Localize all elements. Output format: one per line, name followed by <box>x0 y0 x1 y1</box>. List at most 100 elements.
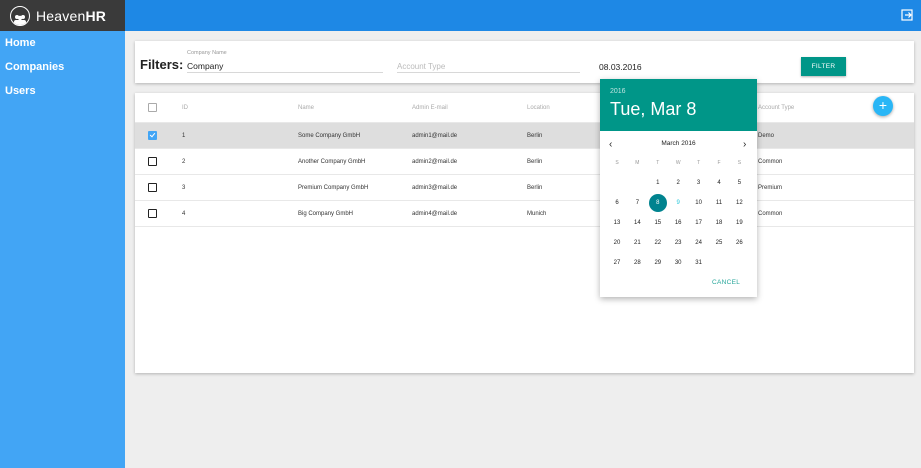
calendar-day[interactable]: 31 <box>690 254 708 272</box>
select-all-cell <box>148 93 157 122</box>
weekday-label: F <box>717 160 721 166</box>
calendar-day[interactable]: 28 <box>628 254 646 272</box>
table-row[interactable]: 1 Some Company GmbH admin1@mail.de Berlin De… <box>135 123 914 149</box>
calendar-day[interactable]: 24 <box>690 234 708 252</box>
calendar-day[interactable]: 13 <box>608 214 626 232</box>
row-select-cell <box>148 123 157 148</box>
sidebar-item-home[interactable]: Home <box>0 31 125 55</box>
weekday-label: T <box>656 160 660 166</box>
calendar-day[interactable]: 7 <box>628 194 646 212</box>
header-email[interactable]: Admin E-mail <box>412 93 448 122</box>
date-field[interactable]: 08.03.2016 <box>599 50 754 73</box>
cell-email: admin4@mail.de <box>412 210 458 217</box>
calendar-day[interactable]: 30 <box>669 254 687 272</box>
sidebar: Home Companies Users <box>0 31 125 468</box>
date-input[interactable]: 08.03.2016 <box>599 62 642 72</box>
brand-name: HeavenHR <box>36 7 107 24</box>
header-id[interactable]: ID <box>182 93 188 122</box>
calendar-day[interactable]: 3 <box>690 174 708 192</box>
company-name-field[interactable]: Company Name Company <box>187 50 383 73</box>
picker-month: March 2016 <box>661 140 696 147</box>
calendar-day[interactable]: 12 <box>730 194 748 212</box>
cell-account-type: Common <box>758 210 783 217</box>
picker-year[interactable]: 2016 <box>610 88 626 95</box>
filters-card: Filters: Company Name Company Account Ty… <box>135 41 914 83</box>
row-checkbox[interactable] <box>148 131 157 140</box>
company-name-input[interactable]: Company <box>187 61 223 71</box>
weekday-label: W <box>675 160 681 166</box>
calendar-day[interactable]: 16 <box>669 214 687 232</box>
picker-selected-date: Tue, Mar 8 <box>610 99 697 119</box>
calendar-day[interactable]: 26 <box>730 234 748 252</box>
cell-location: Berlin <box>527 184 543 191</box>
cell-id: 3 <box>182 184 186 191</box>
cell-location: Berlin <box>527 158 543 165</box>
row-select-cell <box>148 149 157 174</box>
calendar-day[interactable]: 22 <box>649 234 667 252</box>
select-all-checkbox[interactable] <box>148 103 157 112</box>
brand-logo[interactable]: HeavenHR <box>0 0 125 31</box>
header-account-type[interactable]: Account Type <box>758 93 794 122</box>
row-checkbox[interactable] <box>148 209 157 218</box>
calendar-day[interactable]: 20 <box>608 234 626 252</box>
calendar-day[interactable]: 14 <box>628 214 646 232</box>
calendar-day[interactable]: 18 <box>710 214 728 232</box>
table-header: ID Name Admin E-mail Location Account Ty… <box>135 93 914 123</box>
row-select-cell <box>148 175 157 200</box>
row-select-cell <box>148 201 157 226</box>
add-company-button[interactable]: + <box>873 96 893 116</box>
row-checkbox[interactable] <box>148 183 157 192</box>
cancel-button[interactable]: CANCEL <box>712 279 740 286</box>
calendar-day[interactable]: 10 <box>690 194 708 212</box>
calendar-day[interactable]: 2 <box>669 174 687 192</box>
calendar-day[interactable]: 19 <box>730 214 748 232</box>
calendar-day[interactable]: 11 <box>710 194 728 212</box>
table-row[interactable]: 2 Another Company GmbH admin2@mail.de Berli… <box>135 149 914 175</box>
cell-email: admin3@mail.de <box>412 184 458 191</box>
calendar-day[interactable]: 25 <box>710 234 728 252</box>
header-name[interactable]: Name <box>298 93 314 122</box>
cell-name: Big Company GmbH <box>298 210 354 217</box>
calendar-day[interactable]: 8 <box>648 194 667 212</box>
calendar-day[interactable]: 29 <box>649 254 667 272</box>
calendar-day[interactable]: 21 <box>628 234 646 252</box>
date-picker-header: 2016 Tue, Mar 8 <box>600 79 757 131</box>
row-checkbox[interactable] <box>148 157 157 166</box>
cell-id: 1 <box>182 132 186 139</box>
calendar-day[interactable]: 6 <box>608 194 626 212</box>
calendar-day[interactable]: 9 <box>669 194 687 212</box>
calendar-day[interactable]: 5 <box>730 174 748 192</box>
table-row[interactable]: 4 Big Company GmbH admin4@mail.de Munich Com… <box>135 201 914 227</box>
top-bar: HeavenHR <box>0 0 921 31</box>
logout-icon[interactable] <box>901 9 913 21</box>
sidebar-item-users[interactable]: Users <box>0 79 125 103</box>
cell-name: Some Company GmbH <box>298 132 361 139</box>
calendar-day[interactable]: 1 <box>649 174 667 192</box>
weekday-label: T <box>697 160 701 166</box>
header-location[interactable]: Location <box>527 93 550 122</box>
next-month-icon[interactable]: › <box>743 139 746 150</box>
account-type-placeholder: Account Type <box>397 62 446 71</box>
cell-account-type: Common <box>758 158 783 165</box>
filters-title: Filters: <box>140 57 184 72</box>
sidebar-item-companies[interactable]: Companies <box>0 55 125 79</box>
cell-account-type: Demo <box>758 132 775 139</box>
cell-account-type: Premium <box>758 184 783 191</box>
companies-table: ID Name Admin E-mail Location Account Ty… <box>135 93 914 373</box>
calendar-day[interactable]: 23 <box>669 234 687 252</box>
calendar-day[interactable]: 15 <box>649 214 667 232</box>
filter-button[interactable]: FILTER <box>801 57 846 76</box>
weekday-label: M <box>635 160 640 166</box>
calendar-day[interactable]: 27 <box>608 254 626 272</box>
calendar-day[interactable]: 4 <box>710 174 728 192</box>
account-type-field[interactable]: Account Type <box>397 50 580 73</box>
company-name-label: Company Name <box>187 50 227 56</box>
calendar-day[interactable]: 17 <box>690 214 708 232</box>
cell-location: Munich <box>527 210 547 217</box>
date-picker: 2016 Tue, Mar 8 ‹ March 2016 › SMTWTFS 1… <box>600 79 757 297</box>
cell-email: admin1@mail.de <box>412 132 458 139</box>
cloud-people-icon <box>10 5 30 26</box>
table-row[interactable]: 3 Premium Company GmbH admin3@mail.de Berli… <box>135 175 914 201</box>
cell-name: Premium Company GmbH <box>298 184 369 191</box>
weekday-label: S <box>737 160 742 166</box>
